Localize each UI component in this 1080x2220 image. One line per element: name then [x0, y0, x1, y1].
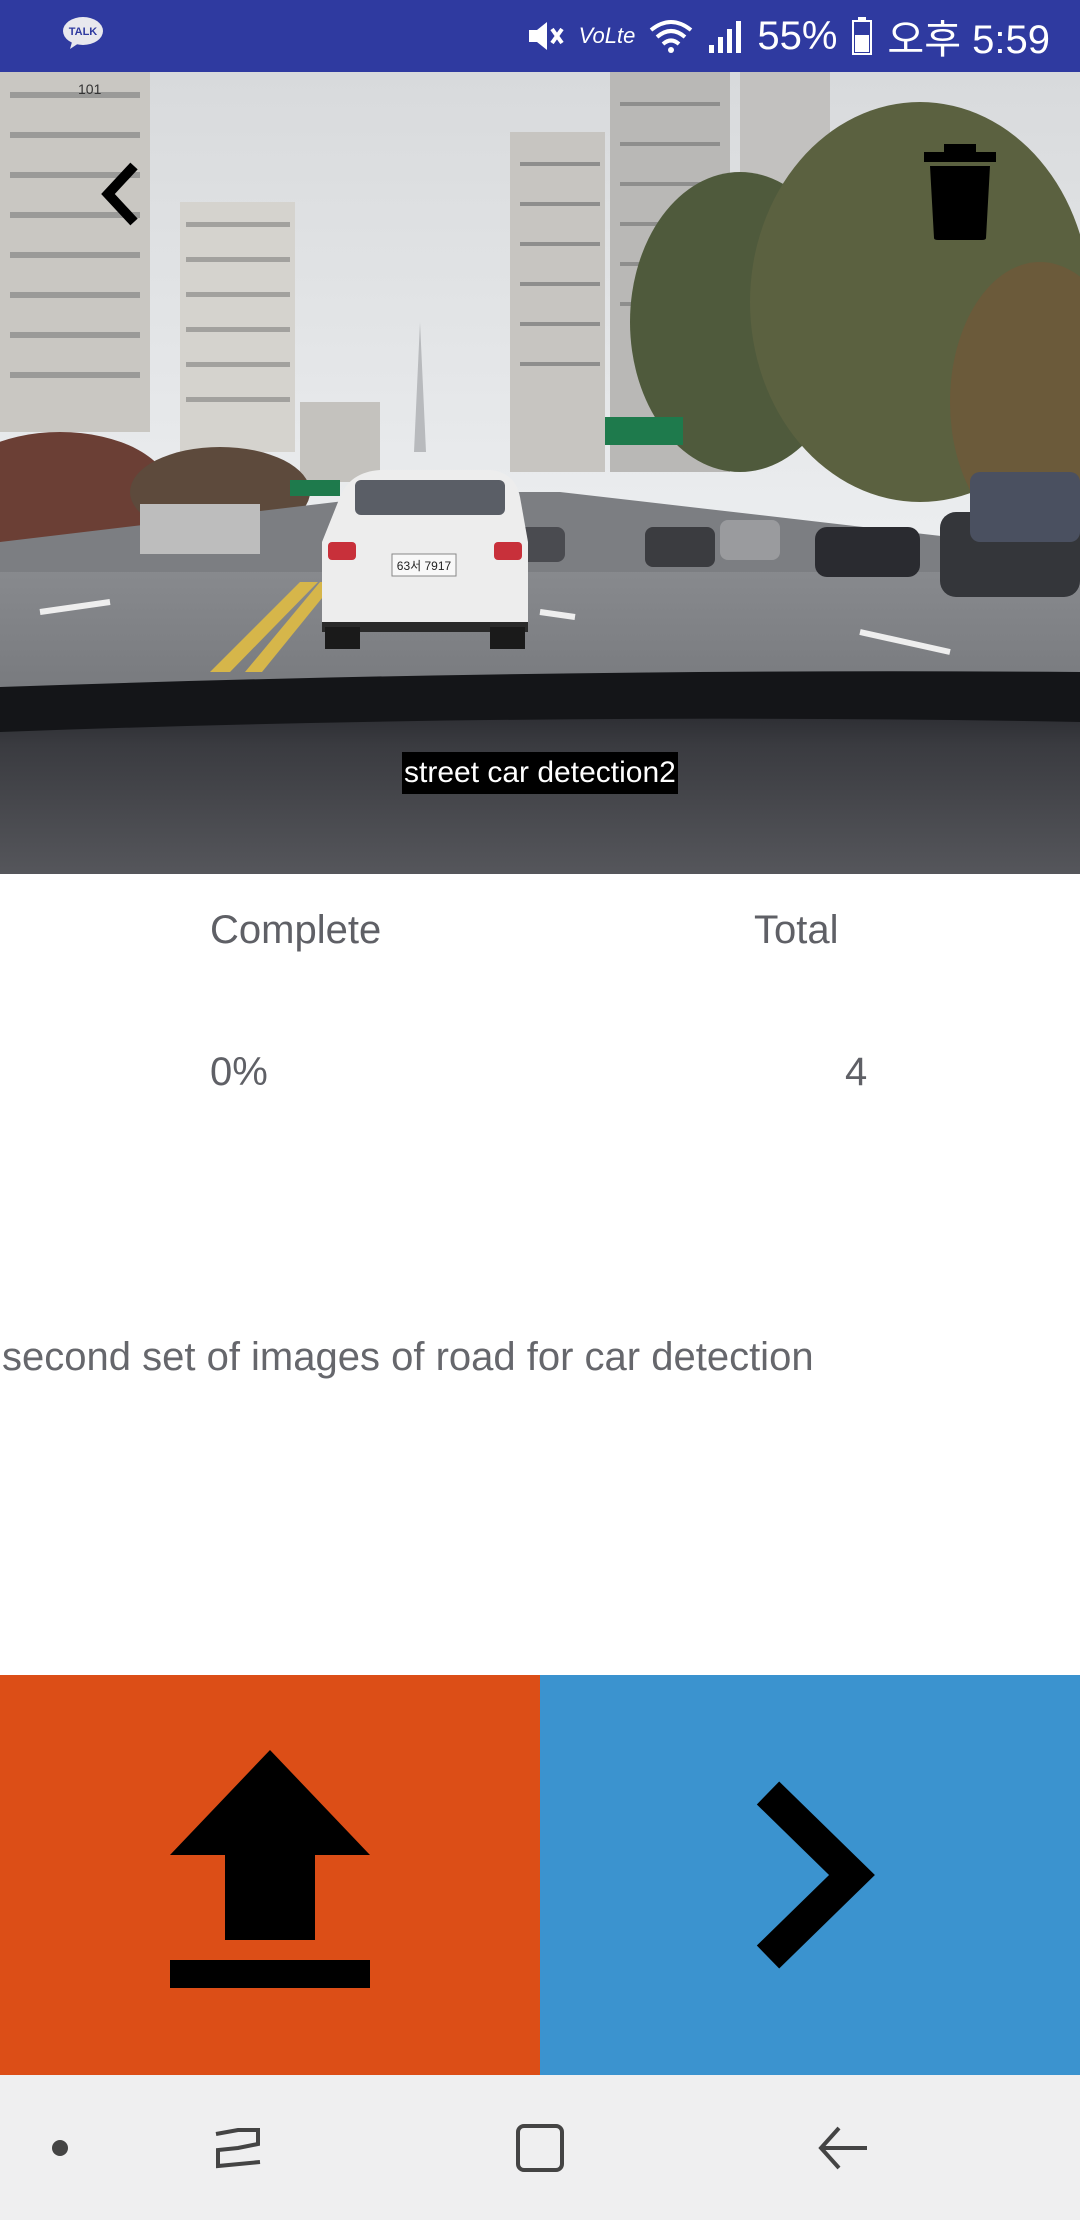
total-value: 4 [845, 1050, 868, 1094]
status-bar: TALK VoLte 55% 오후 5:59 [0, 0, 1080, 72]
recents-icon [215, 2127, 260, 2168]
home-icon [516, 2123, 564, 2172]
total-label: Total [754, 908, 839, 952]
svg-text:101: 101 [78, 81, 102, 97]
svg-text:TALK: TALK [69, 26, 98, 38]
signal-icon [707, 19, 743, 53]
nav-dot-button[interactable] [30, 2075, 90, 2220]
back-arrow-icon [817, 2126, 867, 2169]
dataset-description: second set of images of road for car det… [2, 1335, 814, 1379]
home-button[interactable] [505, 2075, 575, 2220]
mute-icon [525, 18, 565, 54]
next-button[interactable] [540, 1675, 1080, 2075]
system-nav-bar [0, 2075, 1080, 2220]
upload-button[interactable] [0, 1675, 540, 2075]
dot-icon [52, 2139, 68, 2156]
recents-button[interactable] [200, 2075, 275, 2220]
svg-text:63서 7917: 63서 7917 [397, 559, 452, 573]
complete-label: Complete [210, 908, 382, 952]
battery-percent: 55% [757, 13, 838, 58]
chevron-left-icon [101, 162, 138, 226]
talk-icon: TALK [62, 16, 104, 50]
volte-icon: VoLte [578, 23, 636, 48]
delete-button[interactable] [920, 142, 1000, 242]
dataset-cover-image: 101 63서 7917 street car detection2 [0, 72, 1080, 874]
complete-value: 0% [210, 1050, 268, 1094]
chevron-right-icon [756, 1781, 875, 1969]
wifi-icon [649, 18, 693, 54]
back-button[interactable] [90, 154, 150, 234]
clock: 오후 5:59 [887, 18, 1050, 62]
dataset-title: street car detection2 [402, 752, 678, 794]
battery-icon [851, 17, 873, 55]
system-back-button[interactable] [805, 2075, 880, 2220]
upload-icon [170, 1750, 370, 1988]
trash-icon [924, 144, 996, 240]
